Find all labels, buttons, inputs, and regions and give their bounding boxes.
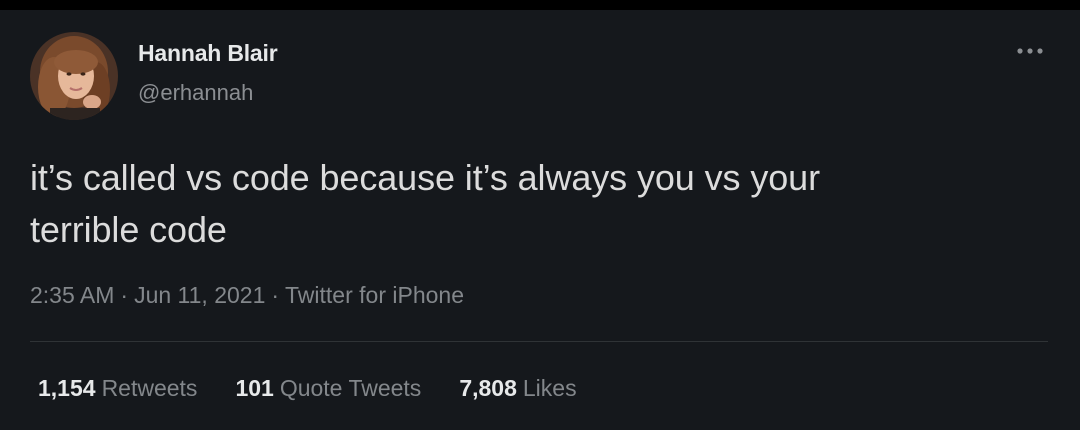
tweet-date[interactable]: Jun 11, 2021 [134,282,265,308]
divider [30,341,1048,342]
meta-separator: · [120,282,129,308]
meta-separator: · [271,282,280,308]
tweet-card: Hannah Blair @erhannah it’s called vs co… [0,10,1080,430]
tweet-source[interactable]: Twitter for iPhone [285,282,464,308]
avatar[interactable] [30,32,118,120]
author-name[interactable]: Hannah Blair [138,40,278,67]
tweet-text: it’s called vs code because it’s always … [30,152,1030,256]
quote-tweets-count: 101 [235,375,274,401]
quote-tweets-stat[interactable]: 101 Quote Tweets [235,375,421,402]
tweet-stats: 1,154 Retweets 101 Quote Tweets 7,808 Likes [38,375,577,402]
avatar-photo [30,32,118,120]
author-handle[interactable]: @erhannah [138,80,253,106]
likes-label: Likes [522,375,577,401]
tweet-text-line: terrible code [30,209,227,250]
retweets-stat[interactable]: 1,154 Retweets [38,375,197,402]
likes-stat[interactable]: 7,808 Likes [459,375,576,402]
quote-tweets-label: Quote Tweets [279,375,422,401]
tweet-text-line: it’s called vs code because it’s always … [30,157,820,198]
retweets-label: Retweets [101,375,198,401]
tweet-time[interactable]: 2:35 AM [30,282,114,308]
ellipsis-icon[interactable] [1014,38,1046,64]
retweets-count: 1,154 [38,375,96,401]
likes-count: 7,808 [459,375,517,401]
tweet-meta: 2:35 AM · Jun 11, 2021 · Twitter for iPhone [30,282,464,309]
